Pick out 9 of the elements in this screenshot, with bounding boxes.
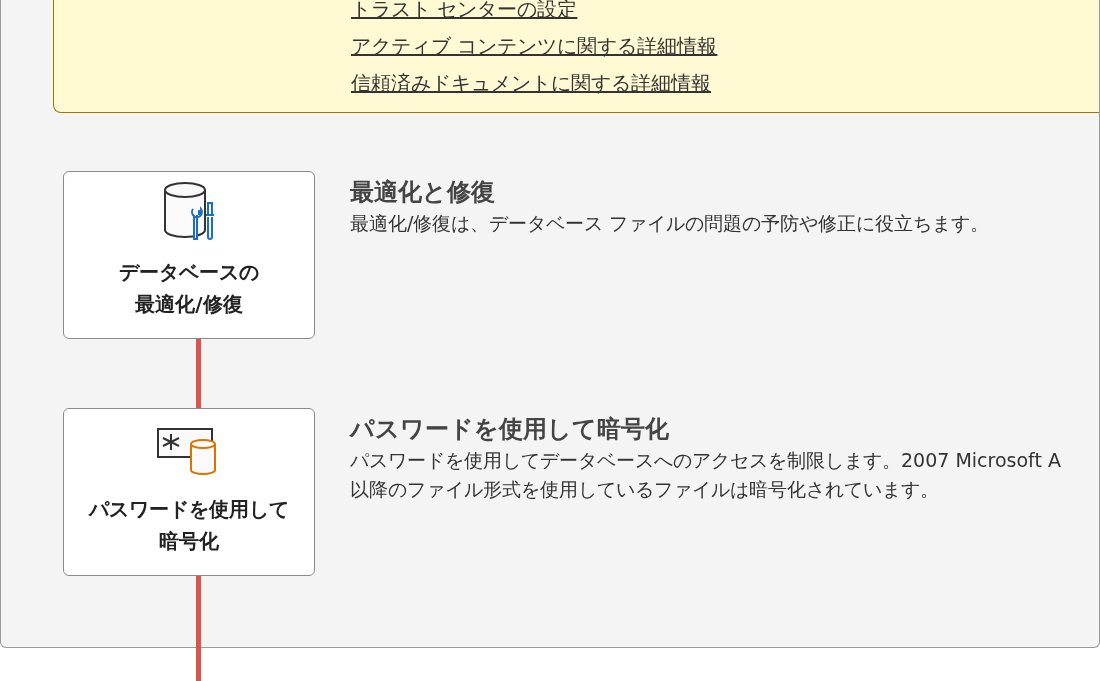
section-heading: パスワードを使用して暗号化 [350, 414, 670, 445]
section-heading: 最適化と修復 [350, 177, 496, 208]
action-button[interactable]: データベースの 最適化/修復 [63, 171, 315, 339]
database-tools-icon [161, 181, 217, 243]
action-button[interactable]: パスワードを使用して 暗号化 [63, 408, 315, 576]
section-description: パスワードを使用してデータベースへのアクセスを制限します。2007 Microsoft A 以降のファイル形式を使用しているファイルは暗号化されています。 [350, 448, 1061, 502]
info-link[interactable]: 信頼済みドキュメントに関する詳細情報 [351, 70, 711, 96]
info-link[interactable]: アクティブ コンテンツに関する詳細情報 [351, 33, 718, 59]
section-description: 最適化/修復は、データベース ファイルの問題の予防や修正に役立ちます。 [350, 211, 990, 236]
